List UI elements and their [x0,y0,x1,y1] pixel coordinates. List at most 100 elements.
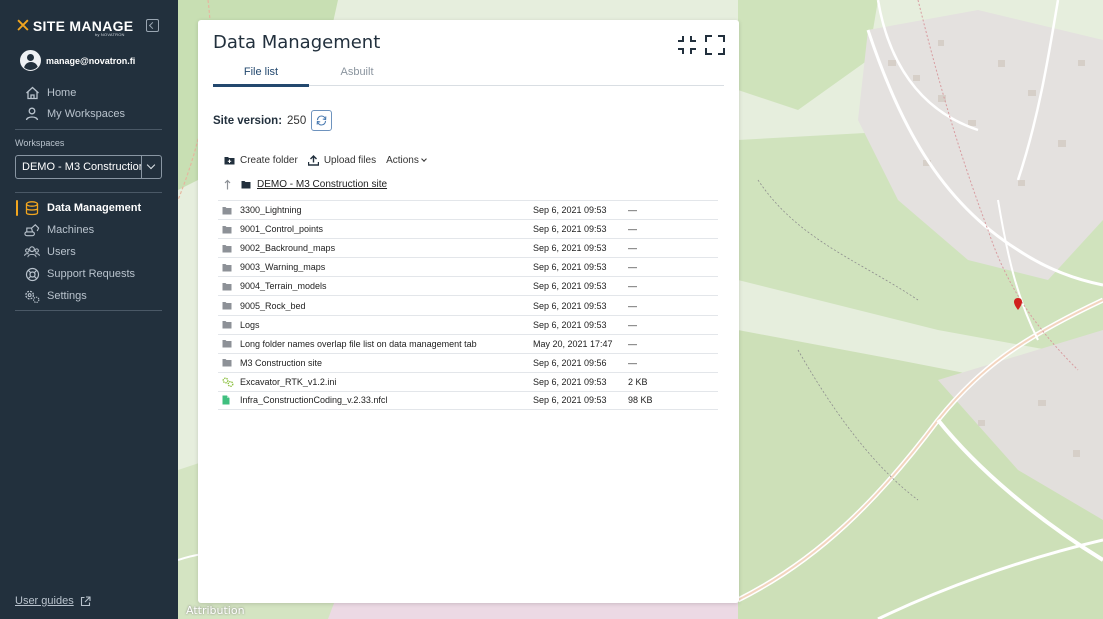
nav-home-label: Home [47,87,77,99]
file-modified-date: Sep 6, 2021 09:53 [533,395,607,406]
fullscreen-icon[interactable] [705,35,725,55]
file-size: — [628,338,637,349]
user-profile[interactable]: manage@novatron.fi [20,50,135,71]
file-modified-date: Sep 6, 2021 09:53 [533,376,607,387]
workspace-select-value: DEMO - M3 Construction site [22,161,141,173]
home-icon [24,85,40,101]
file-name: Excavator_RTK_v1.2.ini [240,376,337,387]
folder-icon [218,225,240,234]
file-list: 3300_Lightning Sep 6, 2021 09:53—9001_Con… [218,200,718,411]
sidebar-divider [15,129,162,130]
folder-icon [218,301,240,310]
sidebar-divider [15,192,162,193]
nav-users-label: Users [47,246,76,258]
support-icon [24,266,40,282]
folder-icon [241,181,251,189]
tab-asbuilt[interactable]: Asbuilt [309,66,405,84]
file-size: — [628,205,637,216]
file-name: 9001_Control_points [240,224,324,235]
tab-file-list[interactable]: File list [213,66,309,87]
table-row[interactable]: Logs Sep 6, 2021 09:53 — [218,314,718,334]
nav-machines-label: Machines [47,224,95,236]
map-attribution[interactable]: Attribution [186,604,245,617]
sidebar-divider [15,310,162,311]
file-name: 9004_Terrain_models [240,281,327,292]
file-name: 3300_Lightning [240,205,302,216]
folder-icon [218,320,240,329]
folder-icon [218,244,240,253]
table-row[interactable]: 9005_Rock_bed Sep 6, 2021 09:53 — [218,295,718,314]
nav-machines[interactable]: Machines [24,222,94,238]
panel-tabs: File list Asbuilt [213,66,724,87]
avatar [20,50,41,71]
folder-icon [218,206,240,215]
minimize-panel-icon[interactable] [677,35,697,55]
create-folder-label: Create folder [240,155,298,166]
file-size: 98 KB [628,395,653,406]
person-icon [24,106,40,122]
nav-settings-label: Settings [47,290,87,302]
actions-label: Actions [386,155,419,166]
table-row[interactable]: 9002_Backround_maps Sep 6, 2021 09:53 — [218,238,718,257]
create-folder-button[interactable]: Create folder [224,155,298,166]
file-size: — [628,243,637,254]
table-row[interactable]: M3 Construction site Sep 6, 2021 09:56 — [218,352,718,372]
nav-my-workspaces[interactable]: My Workspaces [24,106,125,122]
excavator-icon [24,222,40,238]
nav-home[interactable]: Home [24,85,76,101]
refresh-button[interactable] [311,110,333,131]
table-row[interactable]: Excavator_RTK_v1.2.ini Sep 6, 2021 09:53 2… [218,371,718,391]
document-icon [218,395,240,405]
file-size: — [628,319,637,330]
table-row[interactable]: 9003_Warning_maps Sep 6, 2021 09:53 — [218,257,718,276]
file-name: 9005_Rock_bed [240,300,306,311]
nav-data-management[interactable]: Data Management [24,200,141,216]
table-row[interactable]: 3300_Lightning Sep 6, 2021 09:53 — [218,200,718,219]
site-version-value: 250 [287,114,307,127]
file-name: Long folder names overlap file list on d… [240,338,477,349]
file-modified-date: Sep 6, 2021 09:56 [533,357,607,368]
panel-title: Data Management [213,32,381,53]
file-name: Infra_ConstructionCoding_v.2.33.nfcl [240,395,388,406]
database-icon [24,200,40,216]
user-guides-link[interactable]: User guides [15,595,91,607]
table-row[interactable]: Infra_ConstructionCoding_v.2.33.nfcl Sep … [218,390,718,411]
nav-my-workspaces-label: My Workspaces [47,108,126,120]
nav-users[interactable]: Users [24,244,76,260]
nav-support-requests[interactable]: Support Requests [24,266,135,282]
data-management-panel: Data Management File list Asbuilt Site v… [198,20,739,603]
file-modified-date: Sep 6, 2021 09:53 [533,262,607,273]
file-size: — [628,300,637,311]
file-name: Logs [240,319,260,330]
external-link-icon [80,595,91,606]
table-row[interactable]: Long folder names overlap file list on d… [218,333,718,353]
file-size: — [628,281,637,292]
folder-icon [218,263,240,272]
new-folder-icon [224,157,235,165]
folder-icon [218,282,240,291]
config-file-icon [218,377,240,387]
site-version: Site version: 250 [213,110,333,131]
active-indicator [16,200,18,216]
sidebar: ✕ SITE MANAGE by NOVATRON manage@novatro… [0,0,178,619]
nav-settings[interactable]: Settings [24,288,87,304]
actions-dropdown[interactable]: Actions [386,155,426,166]
folder-up-icon[interactable] [224,179,231,190]
upload-icon [307,155,319,166]
gear-icon [24,288,40,304]
file-modified-date: May 20, 2021 17:47 [533,338,613,349]
user-email: manage@novatron.fi [46,55,136,66]
collapse-sidebar-icon[interactable] [146,19,159,32]
nav-data-management-label: Data Management [47,202,142,214]
table-row[interactable]: 9004_Terrain_models Sep 6, 2021 09:53 — [218,276,718,295]
file-modified-date: Sep 6, 2021 09:53 [533,300,607,311]
breadcrumb-current[interactable]: DEMO - M3 Construction site [257,179,387,190]
file-modified-date: Sep 6, 2021 09:53 [533,281,607,292]
table-row[interactable]: 9001_Control_points Sep 6, 2021 09:53 — [218,219,718,238]
file-toolbar: Create folder Upload files Actions [224,155,436,166]
file-name: 9002_Backround_maps [240,243,336,254]
upload-files-button[interactable]: Upload files [307,155,376,166]
workspace-select[interactable]: DEMO - M3 Construction site [15,155,162,179]
chevron-down-icon[interactable] [141,156,161,178]
file-name: 9003_Warning_maps [240,262,326,273]
